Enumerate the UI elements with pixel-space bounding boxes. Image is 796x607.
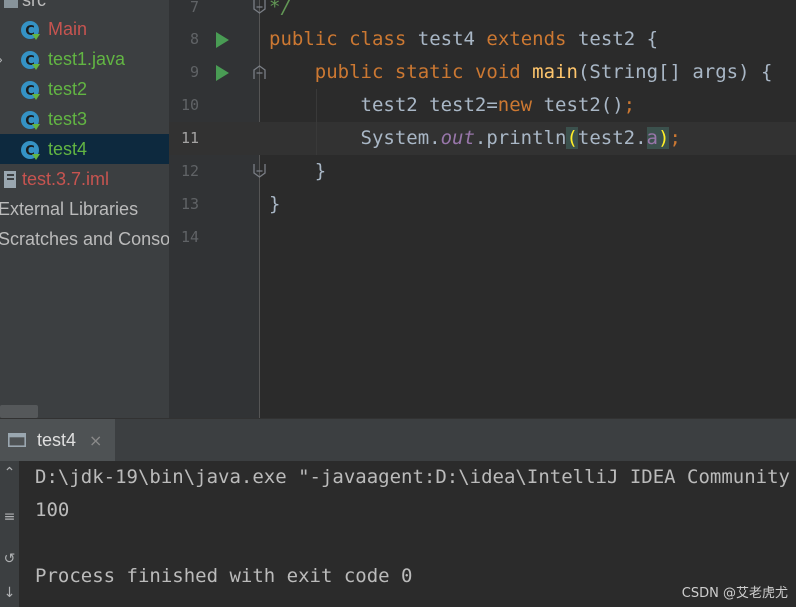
line-number: 7 [189, 0, 199, 16]
tab-test4[interactable]: test4 × [0, 419, 115, 462]
console-line: 100 [35, 499, 70, 521]
tree-item-label: test.3.7.iml [22, 169, 110, 189]
rerun-icon[interactable]: ↺ [0, 551, 19, 567]
tree-item-label: src [22, 0, 46, 10]
tree-item-label: External Libraries [0, 199, 139, 219]
run-toolbar: ⌃ ≡ ↺ ↓ [0, 461, 19, 607]
chevron-right-icon[interactable]: › [0, 44, 3, 74]
code-text: */ [269, 0, 292, 18]
module-file-icon [4, 171, 16, 188]
close-icon[interactable]: × [89, 419, 102, 462]
up-arrow-icon[interactable]: ⌃ [0, 465, 19, 481]
tree-item-main[interactable]: C Main [0, 14, 169, 44]
tree-item-label: test2 [48, 79, 88, 99]
code-line: 12 } [169, 155, 796, 188]
svg-text:C: C [25, 114, 35, 129]
line-number: 8 [189, 30, 199, 48]
line-number: 9 [189, 63, 199, 81]
code-text: public static void main(String[] args) { [314, 61, 773, 83]
java-class-icon: C [21, 21, 40, 40]
fold-end-icon[interactable] [253, 164, 266, 178]
code-editor[interactable]: 7 */ 8 public class test4 extends test2 … [169, 0, 796, 418]
java-class-icon: C [21, 141, 40, 160]
tree-item-test2[interactable]: C test2 [0, 74, 169, 104]
tree-item-test4[interactable]: C test4 [0, 134, 169, 164]
code-line: 13 } [169, 188, 796, 221]
java-class-icon: C [21, 81, 40, 100]
tree-item-scratches[interactable]: Scratches and Consoles [0, 224, 169, 254]
code-line-current: 11 System.out.println(test2.a); [169, 122, 796, 155]
scroll-to-end-icon[interactable]: ↓ [0, 585, 19, 601]
indent-guide [316, 89, 317, 155]
watermark: CSDN @艾老虎尤 [681, 586, 788, 601]
line-number: 14 [180, 228, 199, 246]
code-text: test2 test2=new test2(); [360, 94, 636, 116]
project-tree: src C Main › C test1.java C test2 C [0, 0, 169, 418]
folder-icon [4, 0, 18, 8]
fold-end-icon[interactable] [253, 0, 266, 14]
sidebar-horizontal-scrollbar[interactable] [0, 405, 38, 418]
svg-text:C: C [25, 84, 35, 99]
console-output[interactable]: D:\jdk-19\bin\java.exe "-javaagent:D:\id… [19, 461, 796, 607]
code-line: 9 public static void main(String[] args)… [169, 56, 796, 89]
fold-start-icon[interactable] [253, 65, 266, 79]
soft-wrap-icon[interactable]: ≡ [0, 509, 19, 525]
tab-label: test4 [37, 430, 77, 450]
line-number: 12 [180, 162, 199, 180]
tree-item-label: test4 [48, 139, 88, 159]
console-line: D:\jdk-19\bin\java.exe "-javaagent:D:\id… [35, 466, 790, 488]
tree-item-iml[interactable]: test.3.7.iml [0, 164, 169, 194]
code-line: 7 */ [169, 0, 796, 24]
code-text: public class test4 extends test2 { [269, 28, 659, 50]
svg-text:C: C [25, 24, 35, 39]
code-line: 14 [169, 221, 796, 254]
tree-item-label: test1.java [48, 49, 126, 69]
run-main-icon[interactable] [216, 65, 229, 81]
svg-text:C: C [25, 54, 35, 69]
code-text: System.out.println(test2.a); [360, 127, 681, 149]
console-icon [8, 433, 26, 447]
tree-item-src[interactable]: src [0, 0, 169, 15]
run-class-icon[interactable] [216, 32, 229, 48]
code-line: 10 test2 test2=new test2(); [169, 89, 796, 122]
java-class-icon: C [21, 111, 40, 130]
code-line: 8 public class test4 extends test2 { [169, 23, 796, 56]
tree-item-test3[interactable]: C test3 [0, 104, 169, 134]
tree-item-external-libraries[interactable]: External Libraries [0, 194, 169, 224]
code-text: } [314, 160, 327, 182]
line-number: 10 [180, 96, 199, 114]
tree-item-label: test3 [48, 109, 88, 129]
console-line: Process finished with exit code 0 [35, 565, 413, 587]
run-tool-window-header: test4 × [0, 418, 796, 462]
code-text: } [269, 193, 281, 215]
line-number: 11 [180, 129, 199, 147]
tree-item-label: Scratches and Consoles [0, 229, 169, 249]
java-class-icon: C [21, 51, 40, 70]
svg-text:C: C [25, 144, 35, 159]
tree-item-label: Main [48, 19, 88, 39]
tree-item-test1[interactable]: › C test1.java [0, 44, 169, 74]
line-number: 13 [180, 195, 199, 213]
